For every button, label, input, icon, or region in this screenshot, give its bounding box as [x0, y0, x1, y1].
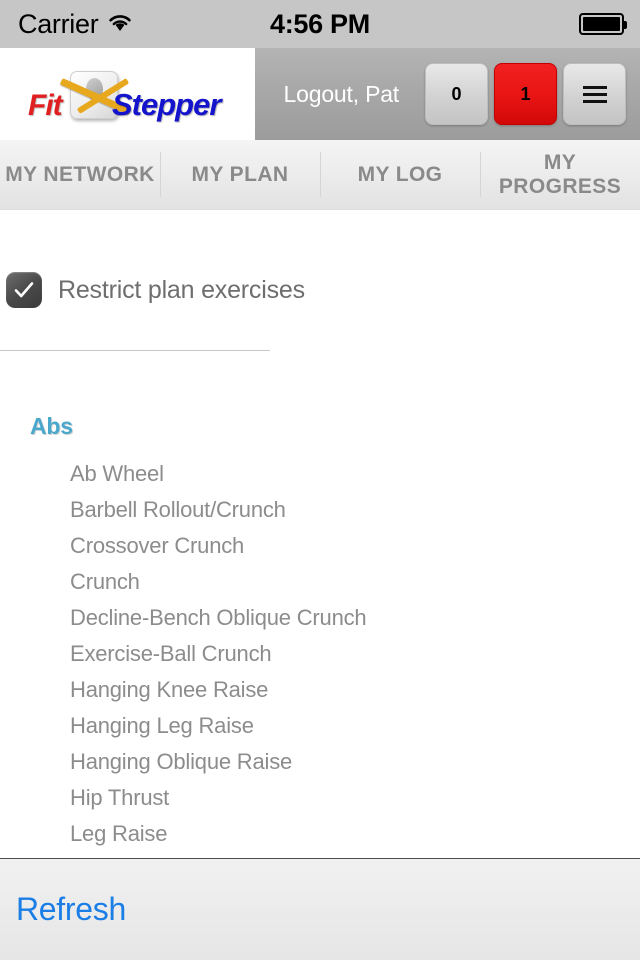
list-item[interactable]: Leg Raise — [0, 816, 640, 852]
alerts-count-label: 1 — [520, 83, 531, 104]
clock: 4:56 PM — [270, 8, 370, 39]
list-item[interactable]: Crunch — [0, 564, 640, 600]
exercise-list: Ab Wheel Barbell Rollout/Crunch Crossove… — [0, 456, 640, 852]
list-item[interactable]: Barbell Rollout/Crunch — [0, 492, 640, 528]
bottom-toolbar: Refresh — [0, 858, 640, 960]
restrict-plan-checkbox[interactable] — [6, 272, 42, 308]
exercise-browser: Restrict plan exercises Abs Ab Wheel Bar… — [0, 210, 640, 858]
logout-link[interactable]: Logout, Pat — [284, 81, 400, 108]
menu-button[interactable] — [563, 63, 626, 125]
list-item[interactable]: Ab Wheel — [0, 456, 640, 492]
battery-icon — [579, 13, 627, 35]
status-bar-right — [579, 13, 627, 35]
list-item[interactable]: Exercise-Ball Crunch — [0, 636, 640, 672]
list-item[interactable]: Hip Thrust — [0, 780, 640, 816]
logo-text-stepper: Stepper — [112, 87, 221, 122]
tab-my-network[interactable]: MY NETWORK — [0, 140, 160, 209]
list-item[interactable]: Crossover Crunch — [0, 528, 640, 564]
list-item[interactable]: Decline-Bench Oblique Crunch — [0, 600, 640, 636]
app-logo[interactable]: Fit Stepper — [0, 48, 255, 140]
notifications-count-label: 0 — [451, 83, 462, 104]
tab-my-log[interactable]: MY LOG — [320, 140, 480, 209]
main-tab-bar: MY NETWORK MY PLAN MY LOG MY PROGRESS — [0, 140, 640, 210]
muscle-group-title: Abs — [30, 413, 73, 439]
app-header: Fit Stepper Logout, Pat 0 1 — [0, 48, 640, 140]
hamburger-menu-icon — [582, 85, 607, 103]
logo-text-fit: Fit — [28, 89, 63, 122]
list-item[interactable]: Hanging Leg Raise — [0, 708, 640, 744]
header-actions: Logout, Pat 0 1 — [255, 48, 640, 140]
alerts-count-button[interactable]: 1 — [494, 63, 557, 125]
tab-my-progress[interactable]: MY PROGRESS — [480, 140, 640, 209]
restrict-plan-label: Restrict plan exercises — [58, 275, 305, 304]
list-item[interactable]: Hanging Oblique Raise — [0, 744, 640, 780]
section-divider — [0, 350, 270, 351]
status-bar: Carrier 4:56 PM — [0, 0, 640, 48]
list-item[interactable]: Hanging Knee Raise — [0, 672, 640, 708]
notifications-count-button[interactable]: 0 — [425, 63, 488, 125]
checkmark-icon — [14, 282, 34, 298]
refresh-button[interactable]: Refresh — [16, 891, 126, 928]
tab-my-plan[interactable]: MY PLAN — [160, 140, 320, 209]
restrict-plan-exercises-row[interactable]: Restrict plan exercises — [0, 210, 640, 308]
